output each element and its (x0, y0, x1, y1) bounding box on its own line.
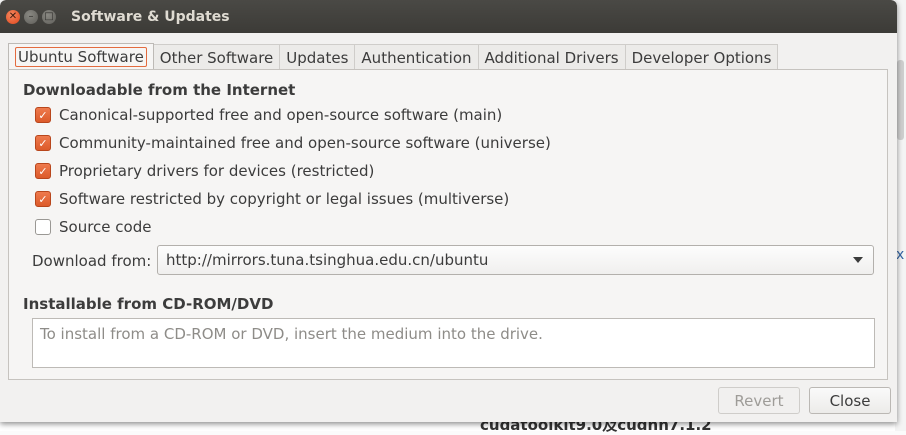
download-from-value: http://mirrors.tuna.tsinghua.edu.cn/ubun… (166, 251, 489, 269)
tab-label: Updates (286, 49, 349, 67)
tab-label: Additional Drivers (484, 49, 619, 67)
tab-label: Authentication (361, 49, 472, 67)
dropdown-arrow-icon (853, 257, 863, 263)
checkbox-label: Software restricted by copyright or lega… (59, 190, 510, 208)
titlebar: ✕ – □ Software & Updates (0, 0, 897, 33)
checkbox-checked-icon: ✓ (35, 191, 51, 207)
checkbox-unchecked-icon (35, 219, 51, 235)
close-button[interactable]: Close (809, 387, 891, 414)
checkbox-restricted[interactable]: ✓ Proprietary drivers for devices (restr… (35, 162, 374, 180)
download-from-label: Download from: (32, 252, 152, 270)
minimize-icon: – (28, 10, 34, 22)
checkbox-checked-icon: ✓ (35, 107, 51, 123)
software-updates-dialog: ✕ – □ Software & Updates Ubuntu Software… (0, 0, 897, 422)
window-title: Software & Updates (71, 8, 230, 25)
tab-label: Developer Options (631, 49, 772, 67)
cdrom-list[interactable]: To install from a CD-ROM or DVD, insert … (32, 318, 875, 368)
minimize-window-button[interactable]: – (24, 9, 38, 24)
maximize-icon: □ (44, 10, 54, 22)
background-scrollbar[interactable] (897, 60, 904, 140)
checkbox-checked-icon: ✓ (35, 163, 51, 179)
tab-label: Other Software (159, 49, 274, 67)
maximize-window-button[interactable]: □ (42, 9, 56, 24)
close-icon: ✕ (8, 10, 18, 22)
checkbox-universe[interactable]: ✓ Community-maintained free and open-sou… (35, 134, 551, 152)
checkbox-main[interactable]: ✓ Canonical-supported free and open-sour… (35, 106, 502, 124)
checkbox-multiverse[interactable]: ✓ Software restricted by copyright or le… (35, 190, 509, 208)
close-window-button[interactable]: ✕ (6, 9, 20, 24)
checkbox-label: Source code (59, 218, 152, 236)
tab-panel: Downloadable from the Internet ✓ Canonic… (8, 69, 888, 380)
tab-label: Ubuntu Software (15, 47, 147, 67)
checkbox-label: Proprietary drivers for devices (restric… (59, 162, 375, 180)
section-title-downloadable: Downloadable from the Internet (23, 81, 296, 99)
cdrom-placeholder: To install from a CD-ROM or DVD, insert … (40, 325, 543, 343)
download-from-select[interactable]: http://mirrors.tuna.tsinghua.edu.cn/ubun… (157, 245, 874, 275)
revert-button[interactable]: Revert (718, 387, 800, 414)
background-x-glyph: x (896, 247, 905, 263)
checkbox-source-code[interactable]: Source code (35, 218, 151, 236)
checkbox-label: Community-maintained free and open-sourc… (59, 134, 551, 152)
section-title-cdrom: Installable from CD-ROM/DVD (23, 295, 274, 313)
checkbox-checked-icon: ✓ (35, 135, 51, 151)
checkbox-label: Canonical-supported free and open-source… (59, 106, 503, 124)
